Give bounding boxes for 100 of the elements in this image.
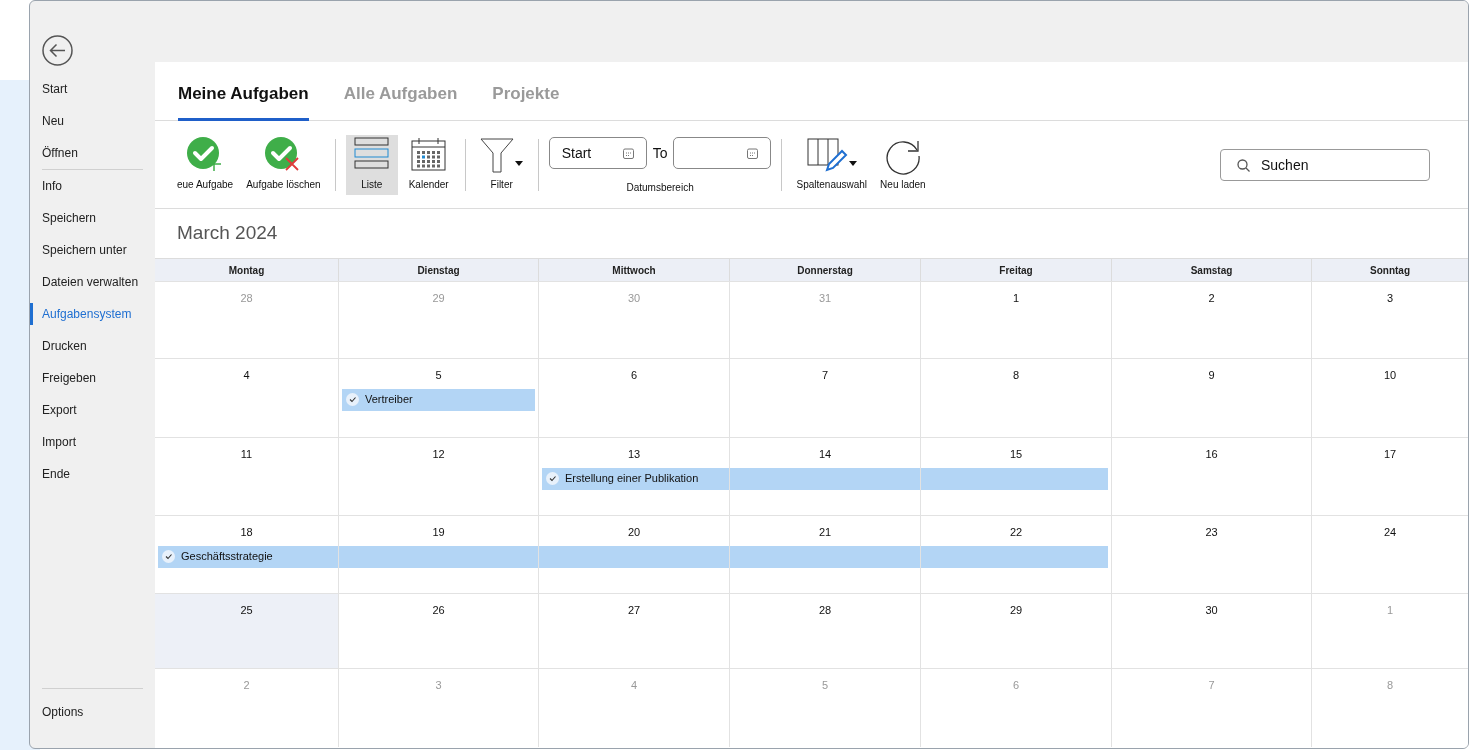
day-cell[interactable]: 2	[1111, 282, 1311, 358]
day-cell[interactable]: 23	[1111, 516, 1311, 593]
add-button[interactable]: eue Aufgabe	[173, 134, 238, 195]
task-bar[interactable]	[730, 467, 920, 490]
day-number: 2	[1208, 291, 1215, 306]
task-bar[interactable]: Geschäftsstrategie	[158, 545, 338, 568]
sidebar-item[interactable]: Öffnen	[30, 137, 155, 169]
check-circle-icon	[162, 550, 175, 563]
day-cell[interactable]: 16	[1111, 438, 1311, 515]
day-cell[interactable]: 15	[920, 438, 1111, 515]
task-bar[interactable]	[539, 545, 729, 568]
day-number: 30	[1205, 603, 1218, 618]
day-cell[interactable]: 13 Erstellung einer Publikation	[538, 438, 729, 515]
weekday-header: Donnerstag	[729, 259, 920, 281]
weekday-header: Freitag	[920, 259, 1111, 281]
day-number: 25	[240, 603, 253, 618]
sidebar-item[interactable]: Neu	[30, 105, 155, 137]
day-cell[interactable]: 20	[538, 516, 729, 593]
columns-edit-icon	[806, 136, 857, 173]
day-cell[interactable]: 22	[920, 516, 1111, 593]
sidebar-item[interactable]: Start	[30, 73, 155, 105]
day-cell[interactable]: 4	[155, 359, 338, 437]
day-number: 29	[432, 291, 445, 306]
filter-button[interactable]: Filter	[475, 134, 528, 195]
day-cell[interactable]: 28	[729, 594, 920, 668]
search-field[interactable]: Suchen	[1220, 148, 1430, 181]
list-button[interactable]: Liste	[345, 134, 398, 195]
day-cell[interactable]: 1	[920, 282, 1111, 358]
task-bar[interactable]	[921, 467, 1108, 490]
day-number: 16	[1205, 447, 1218, 462]
day-number: 2	[243, 678, 250, 693]
calendar-button[interactable]: Kalender	[402, 134, 455, 195]
sidebar-item[interactable]: Info	[30, 170, 155, 202]
day-cell[interactable]: 27	[538, 594, 729, 668]
day-number: 23	[1205, 525, 1218, 540]
sidebar-item[interactable]: Speichern unter	[30, 234, 155, 266]
date-end-field[interactable]	[673, 137, 772, 169]
calendar-icon	[622, 147, 634, 159]
tab[interactable]: Meine Aufgaben	[178, 80, 309, 121]
sidebar-item[interactable]: Dateien verwalten	[30, 266, 155, 298]
filter-icon	[479, 136, 524, 173]
day-number: 3	[435, 678, 442, 693]
day-number: 30	[627, 291, 641, 306]
date-start-field[interactable]: Start	[548, 137, 647, 169]
sidebar-item[interactable]: Drucken	[30, 330, 155, 362]
day-number: 19	[432, 525, 445, 540]
task-title: Vertreiber	[365, 392, 413, 408]
back-icon[interactable]	[42, 35, 73, 66]
delete-button[interactable]: Aufgabe löschen	[242, 134, 325, 195]
task-bar[interactable]	[730, 545, 920, 568]
day-cell[interactable]: 30	[1111, 594, 1311, 668]
calendar-icon	[747, 147, 759, 159]
month-title: March 2024	[177, 221, 278, 246]
day-cell[interactable]: 6	[538, 359, 729, 437]
to-label: To	[652, 143, 668, 163]
task-bar[interactable]: Erstellung einer Publikation	[542, 467, 729, 490]
day-number: 17	[1383, 447, 1397, 462]
sidebar-item[interactable]: Freigeben	[30, 362, 155, 394]
day-cell[interactable]: 17	[1311, 438, 1468, 515]
day-cell[interactable]: 10	[1311, 359, 1468, 437]
day-cell[interactable]: 19	[338, 516, 538, 593]
weekday-header: Samstag	[1111, 259, 1311, 281]
day-cell[interactable]: 5 Vertreiber	[338, 359, 538, 437]
day-cell[interactable]: 14	[729, 438, 920, 515]
weekday-header: Montag	[227, 263, 266, 278]
day-cell[interactable]: 26	[338, 594, 538, 668]
day-cell[interactable]: 24	[1311, 516, 1468, 593]
task-bar[interactable]	[921, 545, 1108, 568]
sidebar-item[interactable]: Export	[30, 394, 155, 426]
day-number: 15	[1009, 447, 1023, 462]
reload-button[interactable]: Neu laden	[876, 134, 930, 195]
day-cell[interactable]: 9	[1111, 359, 1311, 437]
day-cell[interactable]: 8	[920, 359, 1111, 437]
task-bar[interactable]: Vertreiber	[342, 388, 535, 411]
day-cell[interactable]: 7	[729, 359, 920, 437]
sidebar-item[interactable]: Aufgabensystem	[30, 298, 155, 330]
day-number: 28	[240, 291, 253, 306]
day-cell[interactable]: 18 Geschäftsstrategie	[155, 516, 338, 593]
sidebar-item[interactable]: Options	[30, 696, 155, 728]
day-number: 9	[1208, 368, 1215, 383]
day-number: 8	[1386, 678, 1394, 693]
sidebar-item[interactable]: Import	[30, 426, 155, 458]
task-bar[interactable]	[339, 545, 538, 568]
day-number: 1	[1012, 291, 1020, 306]
day-number: 13	[627, 447, 641, 462]
day-cell[interactable]: 11	[155, 438, 338, 515]
columns-button[interactable]: Spaltenauswahl	[792, 134, 872, 195]
day-number: 1	[1386, 603, 1394, 618]
day-cell[interactable]: 12	[338, 438, 538, 515]
search-icon	[1237, 158, 1250, 172]
day-cell[interactable]: 3	[1311, 282, 1468, 358]
day-cell[interactable]: 21	[729, 516, 920, 593]
day-number: 26	[432, 603, 445, 618]
sidebar-item[interactable]: Speichern	[30, 202, 155, 234]
day-number: 5	[821, 678, 829, 693]
day-cell[interactable]: 25	[155, 594, 338, 668]
sidebar-item[interactable]: Ende	[30, 458, 155, 490]
day-number: 24	[1383, 525, 1397, 540]
day-number: 3	[1386, 291, 1394, 306]
day-cell[interactable]: 29	[920, 594, 1111, 668]
